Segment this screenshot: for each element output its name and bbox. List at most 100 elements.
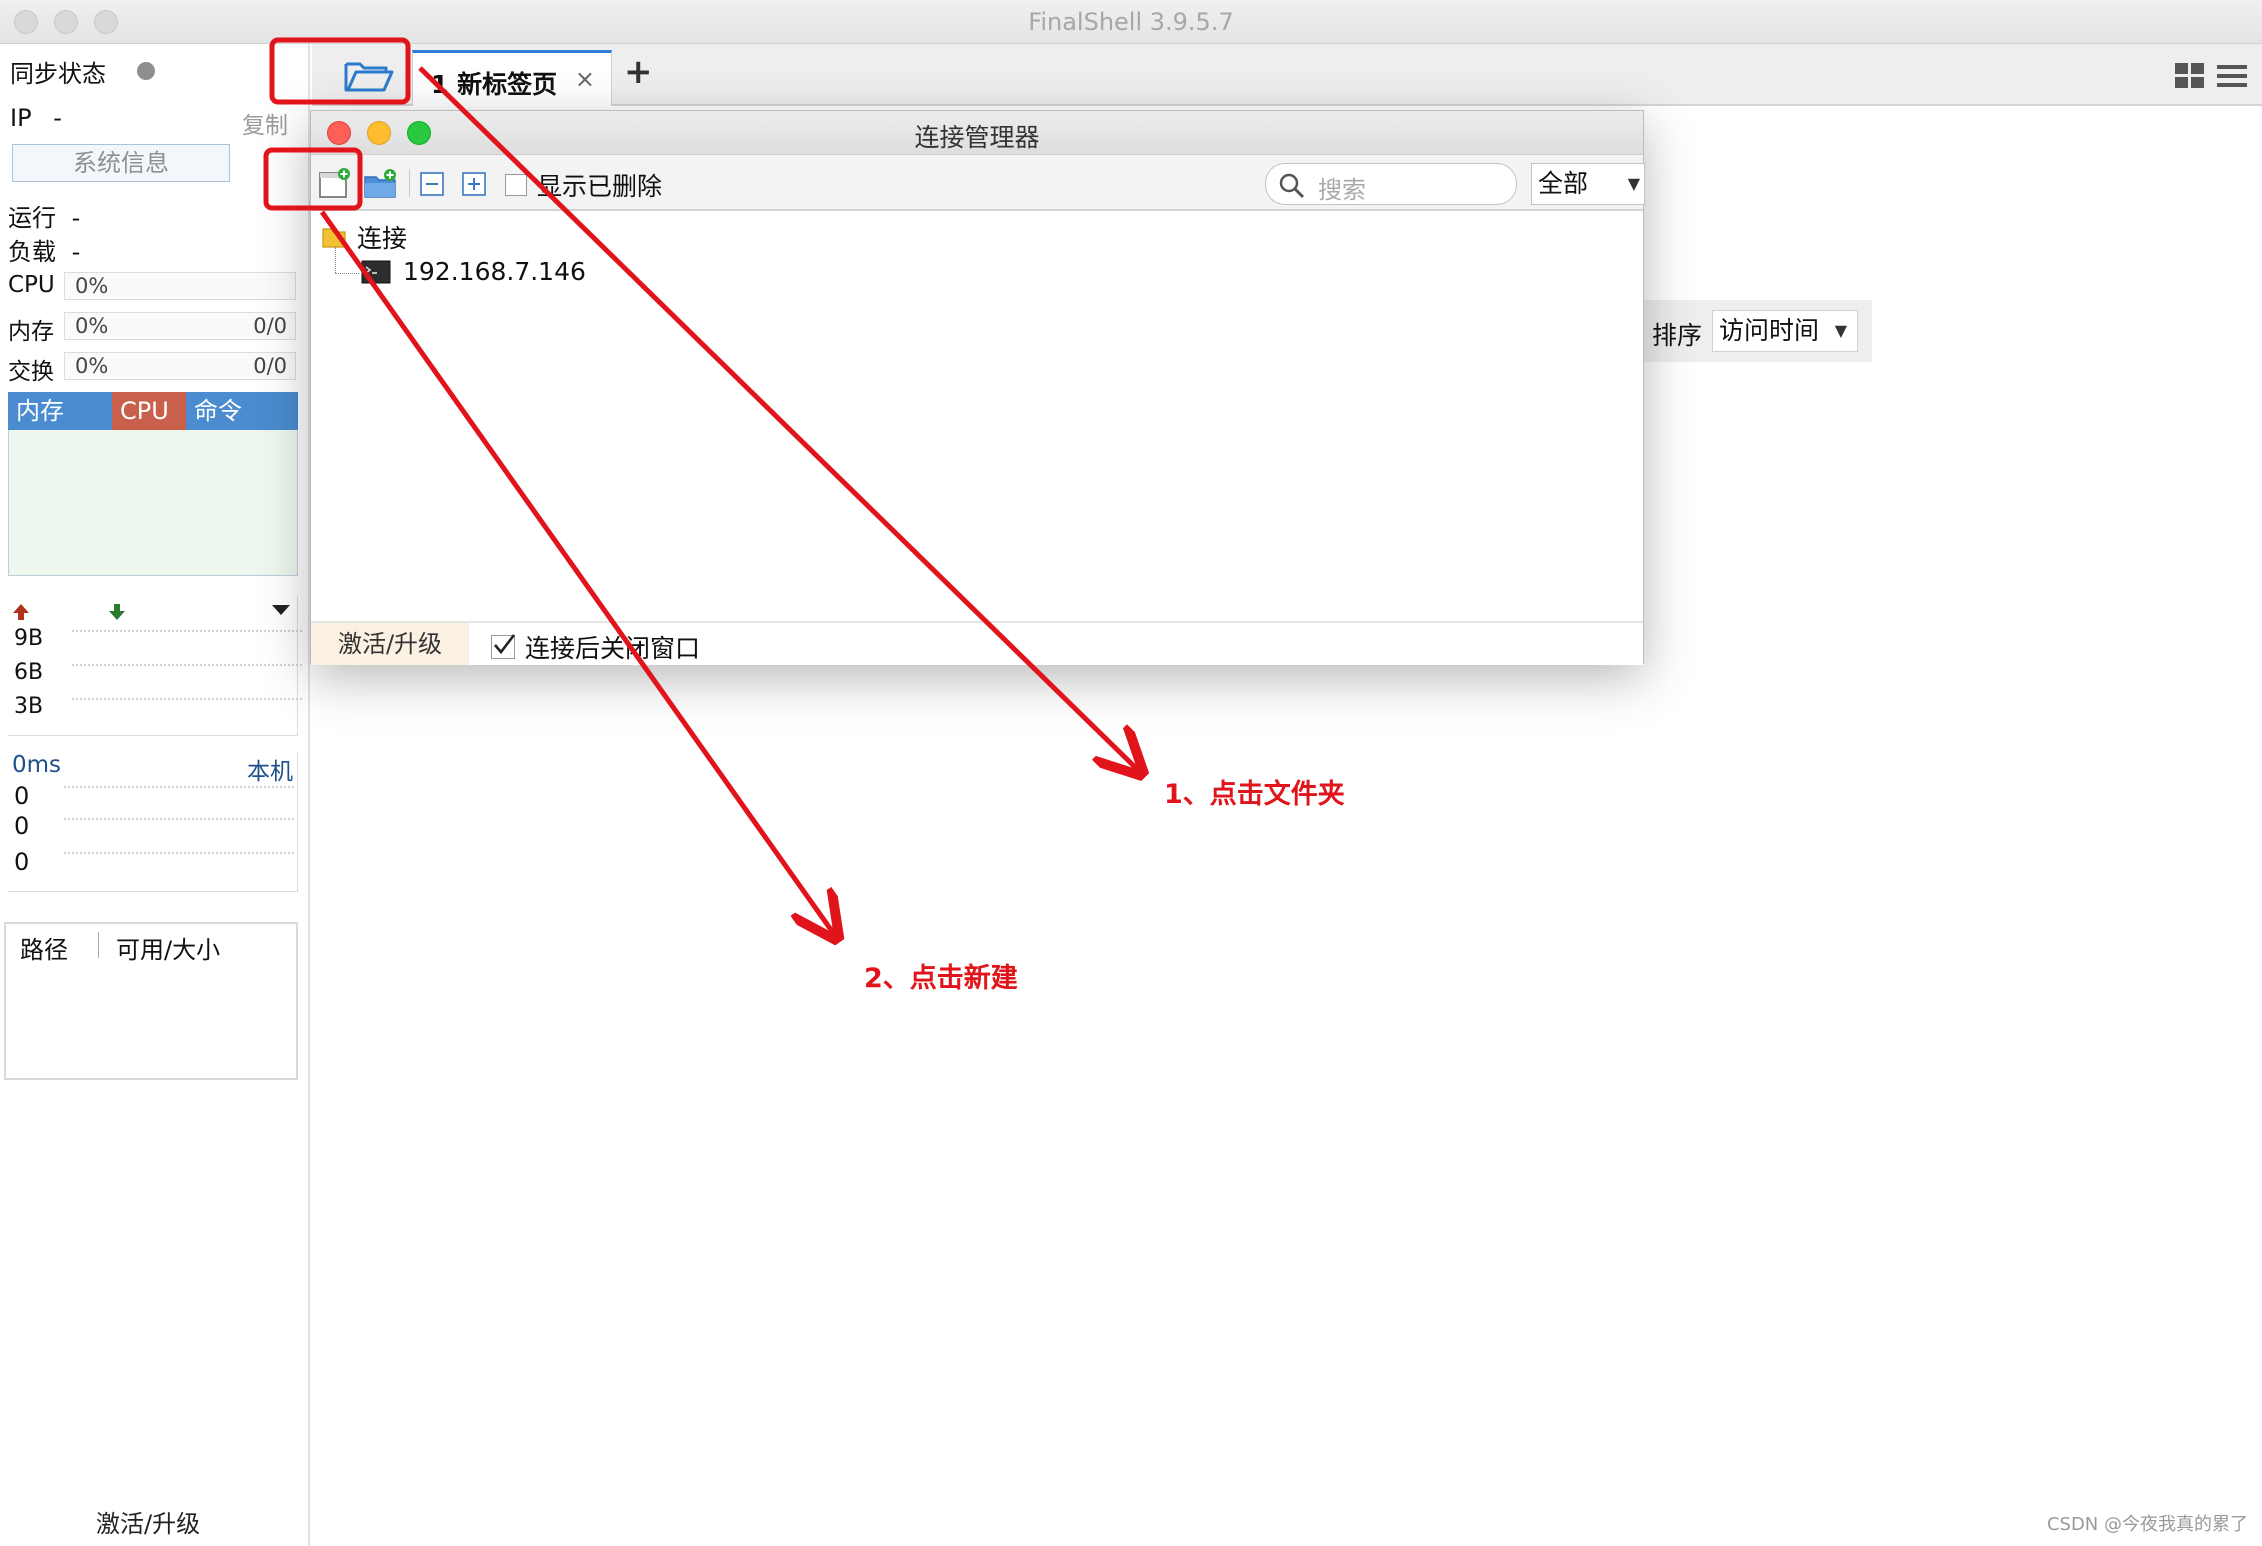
open-connection-manager-button[interactable] (326, 48, 422, 102)
ping-target[interactable]: 本机 (247, 752, 293, 786)
load-label: 负载 (8, 238, 56, 266)
memory-meter-label: 内存 (8, 319, 54, 345)
ip-label: IP (10, 104, 32, 132)
dialog-activate-upgrade-button[interactable]: 激活/升级 (311, 623, 469, 665)
net-grid-line (72, 630, 302, 632)
close-after-connect-toggle[interactable]: 连接后关闭窗口 (491, 629, 700, 665)
chevron-down-icon: ▼ (1627, 174, 1640, 193)
disk-size-header[interactable]: 可用/大小 (116, 930, 220, 965)
load-value: - (71, 238, 81, 266)
ping-scale-mid: 0 (14, 812, 30, 840)
net-scale-high: 9B (14, 626, 44, 651)
dialog-toolbar: 显示已删除 搜索 全部 ▼ (311, 155, 1645, 211)
tab-command[interactable]: 命令 (186, 392, 298, 430)
cpu-meter-label: CPU (8, 272, 55, 298)
net-grid-line (72, 698, 302, 700)
load-row: 负载 - (8, 232, 80, 267)
tree-folder-label: 连接 (357, 224, 408, 253)
swap-meter: 0% 0/0 (64, 352, 296, 380)
menu-icon[interactable] (2216, 62, 2248, 90)
ping-scale-high: 0 (14, 782, 30, 810)
ping-grid-line (64, 786, 294, 788)
net-scale-low: 3B (14, 694, 44, 719)
uptime-label: 运行 (8, 204, 56, 232)
show-deleted-checkbox[interactable] (505, 174, 527, 196)
connection-filter-select[interactable]: 全部 ▼ (1531, 163, 1645, 205)
window-title: FinalShell 3.9.5.7 (1028, 8, 1234, 36)
ping-panel: 0ms 本机 0 0 0 (8, 752, 298, 892)
host-address: 192.168.7.146 (403, 257, 586, 286)
net-grid-line (72, 664, 302, 666)
new-folder-icon[interactable] (363, 167, 399, 201)
process-chart-tabs: 内存 CPU 命令 (8, 392, 298, 430)
search-placeholder: 搜索 (1318, 176, 1366, 204)
system-info-button[interactable]: 系统信息 (12, 144, 230, 182)
layout-switcher (2174, 62, 2248, 90)
interface-dropdown-icon[interactable] (270, 602, 292, 618)
sort-bar: 排序 访问时间 ▼ (1630, 300, 1872, 362)
dialog-title-bar[interactable]: 连接管理器 (311, 111, 1643, 155)
swap-meter-label: 交换 (8, 359, 54, 385)
tree-item-host[interactable]: 192.168.7.146 (361, 257, 586, 286)
tree-connector (335, 247, 336, 273)
sort-select[interactable]: 访问时间 ▼ (1712, 310, 1858, 352)
annotation-step2: 2、点击新建 (864, 963, 1018, 994)
tab-memory[interactable]: 内存 (8, 392, 112, 430)
process-list-area (8, 430, 298, 576)
sort-label: 排序 (1652, 321, 1703, 350)
dialog-title: 连接管理器 (914, 123, 1040, 152)
close-after-connect-checkbox[interactable] (491, 634, 516, 659)
add-tab-button[interactable]: + (624, 52, 653, 92)
new-connection-icon[interactable] (317, 167, 353, 201)
search-icon (1279, 173, 1305, 199)
cpu-meter: 0% (64, 272, 296, 300)
connection-search-input[interactable]: 搜索 (1265, 163, 1517, 205)
close-tab-icon[interactable]: × (575, 65, 595, 93)
tab-cpu[interactable]: CPU (112, 392, 186, 430)
dialog-footer: 激活/升级 连接后关闭窗口 (311, 621, 1643, 665)
cpu-meter-value: 0% (75, 274, 109, 298)
window-title-bar: FinalShell 3.9.5.7 (0, 0, 2262, 44)
download-arrow-icon (109, 604, 125, 620)
tree-folder-connections[interactable]: 连接 (321, 219, 407, 255)
sync-status-indicator (137, 62, 155, 80)
grid-view-icon[interactable] (2174, 62, 2206, 90)
swap-meter-value: 0% (75, 354, 109, 378)
terminal-icon (361, 260, 391, 283)
expand-all-icon[interactable] (461, 171, 487, 197)
show-deleted-label: 显示已删除 (537, 172, 663, 201)
ping-latency: 0ms (12, 752, 62, 778)
ip-value: - (53, 104, 62, 132)
ping-scale-low: 0 (14, 848, 30, 876)
connection-manager-dialog: 连接管理器 显示已删除 搜索 全部 ▼ 连接 192.168.7.146 激活/… (310, 110, 1645, 665)
memory-meter-value: 0% (75, 314, 109, 338)
swap-meter-total: 0/0 (253, 354, 287, 378)
memory-meter-total: 0/0 (253, 314, 287, 338)
column-divider[interactable] (98, 932, 99, 958)
connection-tree: 连接 192.168.7.146 (311, 211, 1643, 621)
ping-grid-line (64, 818, 294, 820)
folder-icon (322, 228, 346, 248)
copy-ip-button[interactable]: 复制 (242, 106, 288, 140)
disk-path-header[interactable]: 路径 (20, 930, 68, 965)
sidebar-activate-upgrade-link[interactable]: 激活/升级 (96, 1504, 200, 1539)
close-after-connect-label: 连接后关闭窗口 (525, 634, 701, 663)
memory-meter: 0% 0/0 (64, 312, 296, 340)
watermark: CSDN @今夜我真的累了 (2046, 1514, 2248, 1535)
net-scale-mid: 6B (14, 660, 44, 685)
ping-grid-line (64, 852, 294, 854)
uptime-value: - (71, 204, 81, 232)
annotation-step1: 1、点击文件夹 (1164, 779, 1345, 810)
show-deleted-toggle[interactable]: 显示已删除 (505, 167, 662, 203)
chevron-down-icon: ▼ (1834, 321, 1847, 340)
collapse-all-icon[interactable] (419, 171, 445, 197)
disk-usage-table: 路径 可用/大小 (4, 922, 298, 1080)
ip-row: IP - (10, 104, 62, 132)
toolbar-divider (409, 169, 410, 197)
tree-connector (335, 273, 359, 274)
tab-new-session[interactable]: 1 新标签页 × (412, 50, 612, 106)
network-speed-panel: 9B 6B 3B (8, 596, 302, 736)
filter-selected-value: 全部 (1538, 169, 1589, 198)
sync-status-label: 同步状态 (10, 60, 106, 88)
uptime-row: 运行 - (8, 198, 80, 233)
